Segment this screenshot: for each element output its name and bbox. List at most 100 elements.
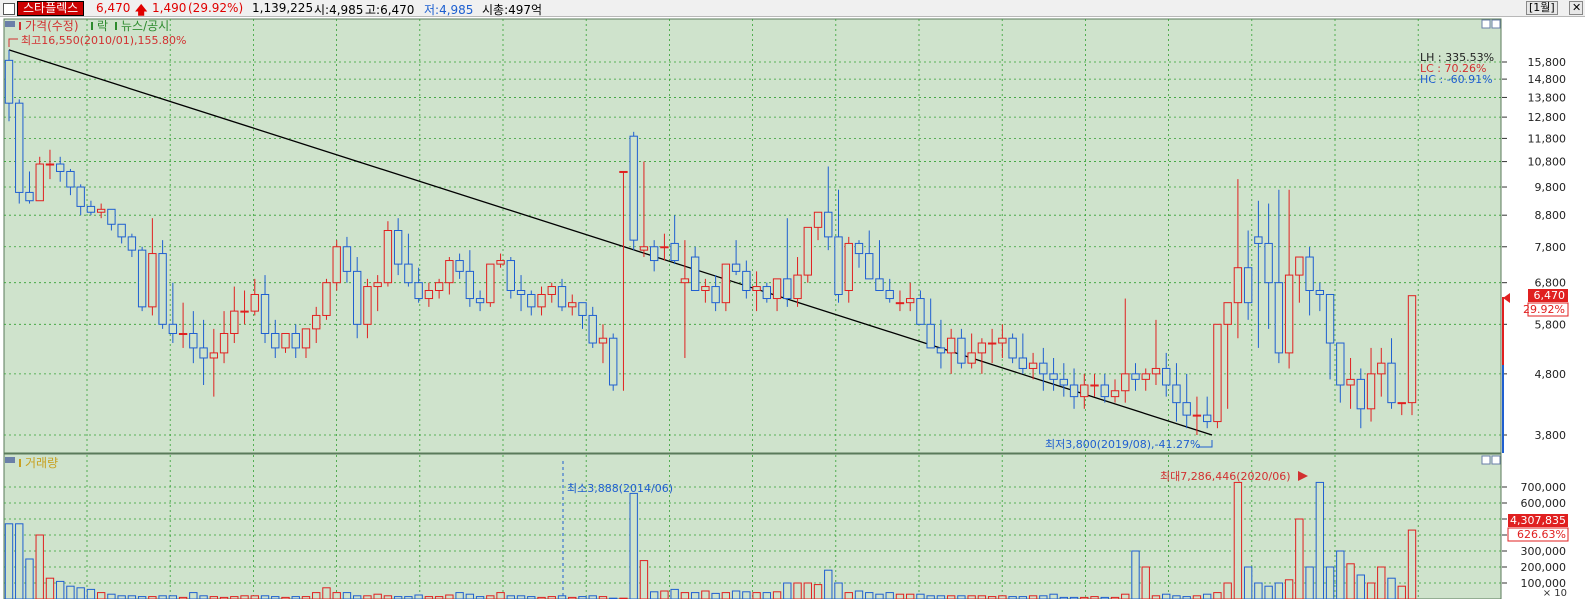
candle-body bbox=[383, 230, 393, 284]
candle-body bbox=[1110, 390, 1120, 398]
volume-bar bbox=[496, 592, 505, 599]
candle-body bbox=[35, 163, 44, 202]
close-button[interactable]: ✕ bbox=[1569, 1, 1583, 15]
candle-body bbox=[1028, 362, 1038, 369]
candle-body bbox=[353, 270, 362, 325]
candle-body bbox=[209, 352, 219, 359]
candle-body bbox=[107, 208, 116, 225]
candle-body bbox=[342, 246, 352, 272]
stat-hc: HC : -60.91% bbox=[1420, 73, 1493, 86]
candle-body bbox=[240, 310, 249, 313]
volume-bar bbox=[312, 592, 321, 599]
price-tick-label: 13,800 bbox=[1528, 91, 1567, 104]
candle-body bbox=[332, 246, 341, 284]
legend-news-marker bbox=[115, 22, 117, 30]
candle-body bbox=[731, 263, 741, 272]
candle-body bbox=[1141, 373, 1150, 380]
volume-bar bbox=[1049, 593, 1058, 599]
legend-price: 가격(수정) bbox=[25, 19, 79, 33]
volume-bar bbox=[690, 592, 700, 599]
volume-bar bbox=[1295, 518, 1304, 599]
volume-bar bbox=[752, 592, 761, 599]
price-tick-label: 4,800 bbox=[1535, 368, 1567, 381]
volume-bar bbox=[649, 591, 659, 599]
candle-body bbox=[76, 186, 85, 207]
volume-bar bbox=[701, 590, 710, 599]
price-tick-label: 5,800 bbox=[1535, 318, 1567, 331]
volume-panel-maximize-icon[interactable] bbox=[1481, 455, 1491, 465]
volume-bar bbox=[762, 592, 772, 599]
volume-panel-menu-icon[interactable] bbox=[5, 457, 15, 463]
volume-bar bbox=[455, 592, 464, 599]
candle-body bbox=[813, 211, 823, 228]
candle-body bbox=[557, 286, 567, 308]
volume-bar bbox=[1254, 582, 1263, 599]
candle-body bbox=[486, 263, 495, 304]
candle-body bbox=[834, 236, 843, 295]
volume-tick-label: 200,000 bbox=[1521, 561, 1567, 574]
candle-body bbox=[783, 278, 792, 300]
candle-body bbox=[701, 286, 710, 291]
candle-body bbox=[1090, 384, 1099, 387]
price-range-bar-down bbox=[1502, 365, 1504, 453]
volume-bar bbox=[834, 582, 843, 599]
candle-body bbox=[1213, 323, 1222, 423]
candle-body bbox=[875, 278, 884, 291]
candle-body bbox=[824, 211, 833, 238]
volume-bar bbox=[1336, 550, 1345, 599]
candle-body bbox=[301, 328, 311, 349]
price-tick-label: 12,800 bbox=[1528, 111, 1567, 124]
candle-body bbox=[281, 333, 290, 349]
candle-body bbox=[854, 242, 864, 255]
candle-body bbox=[434, 282, 444, 291]
candle-body bbox=[1315, 289, 1325, 295]
volume-bar bbox=[629, 492, 638, 599]
volume-bar bbox=[854, 590, 864, 599]
candle-body bbox=[312, 314, 321, 330]
candle-body bbox=[230, 310, 239, 335]
low-price: 저:4,985 bbox=[424, 3, 474, 17]
candle-body bbox=[393, 230, 403, 265]
candle-body bbox=[496, 260, 505, 265]
volume-bar bbox=[45, 577, 55, 599]
candle-body bbox=[1366, 373, 1376, 410]
candle-body bbox=[414, 282, 423, 300]
volume-bar bbox=[875, 593, 884, 599]
select-checkbox[interactable] bbox=[3, 3, 15, 15]
candle-body bbox=[1049, 373, 1058, 380]
candle-body bbox=[250, 293, 259, 312]
volume-bar bbox=[670, 588, 679, 599]
candle-body bbox=[465, 270, 475, 300]
volume-bar bbox=[844, 592, 853, 599]
candle-body bbox=[86, 205, 96, 213]
volume-bar bbox=[76, 587, 85, 599]
volume-panel-close-icon[interactable] bbox=[1491, 455, 1501, 465]
stock-name[interactable]: 스타플렉스 bbox=[17, 1, 85, 16]
volume-bar bbox=[1131, 550, 1140, 599]
period-button[interactable]: [1월] bbox=[1526, 1, 1558, 15]
candle-body bbox=[916, 298, 925, 325]
market-cap: 시총:497억 bbox=[482, 3, 543, 17]
volume-bar bbox=[1407, 529, 1417, 599]
candle-body bbox=[946, 337, 956, 354]
candle-body bbox=[690, 256, 700, 291]
panel-maximize-icon[interactable] bbox=[1481, 19, 1491, 29]
price-tick-label: 3,800 bbox=[1535, 429, 1567, 442]
candle-body bbox=[45, 163, 55, 166]
candle-body bbox=[1069, 384, 1079, 398]
price-badge: 6,470 bbox=[1534, 289, 1566, 302]
panel-close-icon[interactable] bbox=[1491, 19, 1501, 29]
price-range-bar-up bbox=[1502, 297, 1504, 365]
high-annotation: 최고16,550(2010/01),155.80% bbox=[21, 34, 186, 47]
candle-body bbox=[455, 260, 464, 272]
candle-body bbox=[680, 278, 690, 284]
candle-body bbox=[1059, 378, 1068, 386]
volume-bar bbox=[4, 523, 14, 599]
candle-body bbox=[271, 333, 280, 349]
candle-body bbox=[1223, 302, 1232, 325]
candle-body bbox=[895, 302, 905, 305]
candle-body bbox=[96, 208, 106, 213]
volume-bar bbox=[895, 593, 905, 599]
price-tick-label: 11,800 bbox=[1528, 132, 1567, 145]
panel-menu-icon[interactable] bbox=[5, 21, 15, 27]
